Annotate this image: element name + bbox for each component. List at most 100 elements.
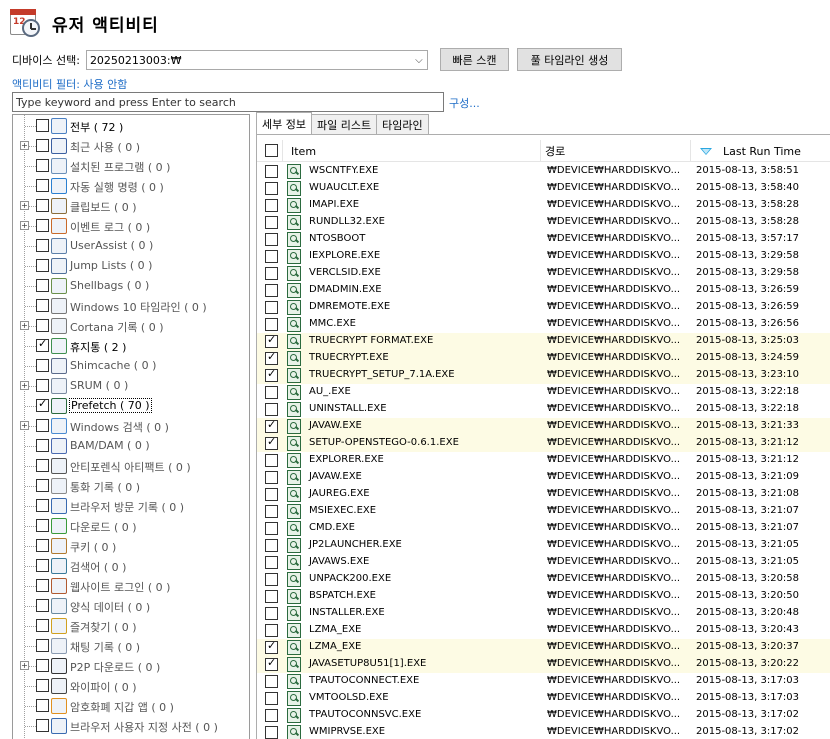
tree-item[interactable]: 웹사이트 로그인 ( 0 ) bbox=[13, 576, 249, 596]
tree-item[interactable]: 휴지통 ( 2 ) bbox=[13, 336, 249, 356]
tree-item[interactable]: 전부 ( 72 ) bbox=[13, 116, 249, 136]
row-checkbox[interactable] bbox=[265, 199, 278, 212]
tree-item-checkbox[interactable] bbox=[36, 299, 49, 312]
column-header-path[interactable]: 경로 bbox=[541, 140, 691, 162]
tree-item[interactable]: + Windows 검색 ( 0 ) bbox=[13, 416, 249, 436]
tree-item[interactable]: 양식 데이터 ( 0 ) bbox=[13, 596, 249, 616]
table-row[interactable]: TRUECRYPT FORMAT.EXE ₩DEVICE₩HARDDISKVO..… bbox=[257, 333, 830, 350]
expand-icon[interactable]: + bbox=[20, 221, 29, 230]
tree-item[interactable]: Windows 10 타임라인 ( 0 ) bbox=[13, 296, 249, 316]
row-checkbox[interactable] bbox=[265, 488, 278, 501]
tab-1[interactable]: 파일 리스트 bbox=[310, 114, 378, 134]
row-checkbox[interactable] bbox=[265, 624, 278, 637]
row-checkbox[interactable] bbox=[265, 709, 278, 722]
tree-item-checkbox[interactable] bbox=[36, 279, 49, 292]
full-timeline-button[interactable]: 풀 타임라인 생성 bbox=[517, 48, 622, 71]
tree-item-checkbox[interactable] bbox=[36, 599, 49, 612]
tree-item[interactable]: + SRUM ( 0 ) bbox=[13, 376, 249, 396]
tree-item[interactable]: Shellbags ( 0 ) bbox=[13, 276, 249, 296]
table-row[interactable]: TRUECRYPT_SETUP_7.1A.EXE ₩DEVICE₩HARDDISK… bbox=[257, 367, 830, 384]
tree-item-checkbox[interactable] bbox=[36, 479, 49, 492]
tree-item-checkbox[interactable] bbox=[36, 359, 49, 372]
table-row[interactable]: NTOSBOOT ₩DEVICE₩HARDDISKVO... 2015-08-13,… bbox=[257, 231, 830, 248]
row-checkbox[interactable] bbox=[265, 471, 278, 484]
table-row[interactable]: TPAUTOCONNECT.EXE ₩DEVICE₩HARDDISKVO... 20… bbox=[257, 673, 830, 690]
row-checkbox[interactable] bbox=[265, 522, 278, 535]
table-row[interactable]: CMD.EXE ₩DEVICE₩HARDDISKVO... 2015-08-13, … bbox=[257, 520, 830, 537]
tab-0[interactable]: 세부 정보 bbox=[256, 112, 312, 134]
table-row[interactable]: EXPLORER.EXE ₩DEVICE₩HARDDISKVO... 2015-08… bbox=[257, 452, 830, 469]
row-checkbox[interactable] bbox=[265, 656, 278, 671]
row-checkbox[interactable] bbox=[265, 367, 278, 382]
tree-item[interactable]: 쿠키 ( 0 ) bbox=[13, 536, 249, 556]
row-checkbox[interactable] bbox=[265, 182, 278, 195]
row-checkbox[interactable] bbox=[265, 233, 278, 246]
tree-item-checkbox[interactable] bbox=[36, 539, 49, 552]
table-row[interactable]: VMTOOLSD.EXE ₩DEVICE₩HARDDISKVO... 2015-08… bbox=[257, 690, 830, 707]
column-header-item[interactable]: Item bbox=[283, 140, 541, 162]
tree-item[interactable]: + 최근 사용 ( 0 ) bbox=[13, 136, 249, 156]
table-row[interactable]: TPAUTOCONNSVC.EXE ₩DEVICE₩HARDDISKVO... 20… bbox=[257, 707, 830, 724]
table-row[interactable]: BSPATCH.EXE ₩DEVICE₩HARDDISKVO... 2015-08-… bbox=[257, 588, 830, 605]
expand-icon[interactable]: + bbox=[20, 141, 29, 150]
table-row[interactable]: JAUREG.EXE ₩DEVICE₩HARDDISKVO... 2015-08-1… bbox=[257, 486, 830, 503]
tree-item-checkbox[interactable] bbox=[36, 499, 49, 512]
table-row[interactable]: DMADMIN.EXE ₩DEVICE₩HARDDISKVO... 2015-08-… bbox=[257, 282, 830, 299]
row-checkbox[interactable] bbox=[265, 607, 278, 620]
table-row[interactable]: IEXPLORE.EXE ₩DEVICE₩HARDDISKVO... 2015-08… bbox=[257, 248, 830, 265]
tree-item-checkbox[interactable] bbox=[36, 159, 49, 172]
column-header-last-run-time[interactable]: Last Run Time bbox=[691, 140, 830, 162]
expand-icon[interactable]: + bbox=[20, 661, 29, 670]
row-checkbox[interactable] bbox=[265, 454, 278, 467]
row-checkbox[interactable] bbox=[265, 675, 278, 688]
tree-item[interactable]: Shimcache ( 0 ) bbox=[13, 356, 249, 376]
config-link[interactable]: 구성... bbox=[449, 95, 480, 111]
tree-item[interactable]: + Cortana 기록 ( 0 ) bbox=[13, 316, 249, 336]
tree-item-checkbox[interactable] bbox=[36, 219, 49, 232]
row-checkbox[interactable] bbox=[265, 435, 278, 450]
table-row[interactable]: WUAUCLT.EXE ₩DEVICE₩HARDDISKVO... 2015-08-… bbox=[257, 180, 830, 197]
tree-item-checkbox[interactable] bbox=[36, 419, 49, 432]
table-row[interactable]: LZMA_EXE ₩DEVICE₩HARDDISKVO... 2015-08-13,… bbox=[257, 639, 830, 656]
tree-item-checkbox[interactable] bbox=[36, 519, 49, 532]
row-checkbox[interactable] bbox=[265, 418, 278, 433]
table-row[interactable]: AU_.EXE ₩DEVICE₩HARDDISKVO... 2015-08-13, … bbox=[257, 384, 830, 401]
tree-item[interactable]: 즐겨찾기 ( 0 ) bbox=[13, 616, 249, 636]
table-row[interactable]: MSIEXEC.EXE ₩DEVICE₩HARDDISKVO... 2015-08-… bbox=[257, 503, 830, 520]
tree-item-checkbox[interactable] bbox=[36, 259, 49, 272]
tree-item[interactable]: Prefetch ( 70 ) bbox=[13, 396, 249, 416]
table-row[interactable]: DMREMOTE.EXE ₩DEVICE₩HARDDISKVO... 2015-08… bbox=[257, 299, 830, 316]
table-row[interactable]: INSTALLER.EXE ₩DEVICE₩HARDDISKVO... 2015-0… bbox=[257, 605, 830, 622]
row-checkbox[interactable] bbox=[265, 639, 278, 654]
table-row[interactable]: JAVAWS.EXE ₩DEVICE₩HARDDISKVO... 2015-08-1… bbox=[257, 554, 830, 571]
tab-2[interactable]: 타임라인 bbox=[376, 114, 429, 134]
row-checkbox[interactable] bbox=[265, 403, 278, 416]
tree-item-checkbox[interactable] bbox=[36, 639, 49, 652]
tree-item[interactable]: 통화 기록 ( 0 ) bbox=[13, 476, 249, 496]
row-checkbox[interactable] bbox=[265, 318, 278, 331]
tree-item-checkbox[interactable] bbox=[36, 459, 49, 472]
table-row[interactable]: LZMA_EXE ₩DEVICE₩HARDDISKVO... 2015-08-13,… bbox=[257, 622, 830, 639]
tree-item-checkbox[interactable] bbox=[36, 719, 49, 732]
row-checkbox[interactable] bbox=[265, 333, 278, 348]
tree-item[interactable]: UserAssist ( 0 ) bbox=[13, 236, 249, 256]
table-row[interactable]: VERCLSID.EXE ₩DEVICE₩HARDDISKVO... 2015-08… bbox=[257, 265, 830, 282]
quick-scan-button[interactable]: 빠른 스캔 bbox=[440, 48, 509, 71]
table-row[interactable]: SETUP-OPENSTEGO-0.6.1.EXE ₩DEVICE₩HARDDIS… bbox=[257, 435, 830, 452]
artifact-tree[interactable]: 전부 ( 72 ) + 최근 사용 ( 0 ) 설치된 프로그램 ( 0 ) 자동 실행… bbox=[12, 114, 250, 739]
tree-item[interactable]: 채팅 기록 ( 0 ) bbox=[13, 636, 249, 656]
row-checkbox[interactable] bbox=[265, 726, 278, 739]
chevron-down-icon[interactable]: ⌵ bbox=[411, 55, 427, 66]
row-checkbox[interactable] bbox=[265, 590, 278, 603]
activity-filter-link[interactable]: 액티비티 필터: 사용 안함 bbox=[12, 76, 127, 92]
expand-icon[interactable]: + bbox=[20, 201, 29, 210]
expand-icon[interactable]: + bbox=[20, 381, 29, 390]
results-grid[interactable]: Item 경로 Last Run Time WSCNTFY.EXE ₩DEVICE… bbox=[256, 134, 830, 739]
select-all-checkbox[interactable] bbox=[265, 144, 278, 157]
tree-item[interactable]: + 클립보드 ( 0 ) bbox=[13, 196, 249, 216]
table-row[interactable]: JAVAW.EXE ₩DEVICE₩HARDDISKVO... 2015-08-13… bbox=[257, 418, 830, 435]
tree-item-checkbox[interactable] bbox=[36, 619, 49, 632]
tree-item-checkbox[interactable] bbox=[36, 239, 49, 252]
table-row[interactable]: IMAPI.EXE ₩DEVICE₩HARDDISKVO... 2015-08-13… bbox=[257, 197, 830, 214]
tree-item-checkbox[interactable] bbox=[36, 679, 49, 692]
